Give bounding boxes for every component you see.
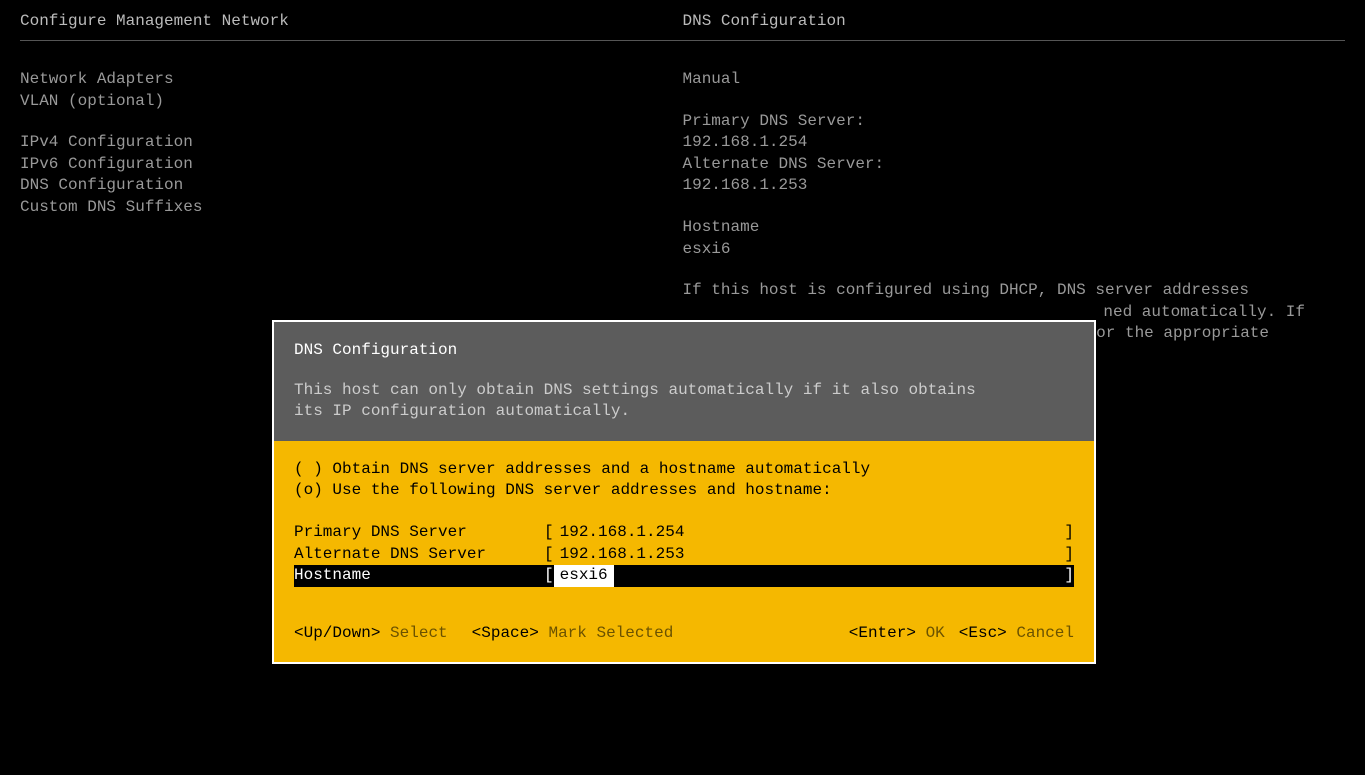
info-primary-value: 192.168.1.254	[683, 132, 1346, 154]
info-help-line1: If this host is configured using DHCP, D…	[683, 280, 1346, 302]
hostname-row[interactable]: Hostname [ esxi6 ]	[294, 565, 1074, 587]
main-content: Network Adapters VLAN (optional) IPv4 Co…	[20, 69, 1345, 345]
menu-item[interactable]: Network Adapters	[20, 69, 683, 91]
bracket-close: ]	[1064, 522, 1074, 544]
menu-item[interactable]: DNS Configuration	[20, 175, 683, 197]
menu-item[interactable]: IPv6 Configuration	[20, 154, 683, 176]
dialog-subtitle-line1: This host can only obtain DNS settings a…	[294, 380, 1074, 402]
hostname-input[interactable]: esxi6	[554, 565, 614, 587]
info-column: Manual Primary DNS Server: 192.168.1.254…	[683, 69, 1346, 345]
hint-updown: <Up/Down> Select	[294, 623, 448, 645]
bracket-close: ]	[1064, 544, 1074, 566]
header-row: Configure Management Network DNS Configu…	[20, 12, 1345, 41]
menu-item[interactable]: IPv4 Configuration	[20, 132, 683, 154]
primary-dns-label: Primary DNS Server	[294, 522, 544, 544]
esxi-dcui-screen: Configure Management Network DNS Configu…	[0, 0, 1365, 775]
primary-dns-input[interactable]: 192.168.1.254	[554, 522, 691, 544]
info-hostname-value: esxi6	[683, 239, 1346, 261]
hint-esc[interactable]: <Esc> Cancel	[959, 623, 1074, 645]
dialog-footer: <Up/Down> Select <Space> Mark Selected <…	[294, 623, 1074, 645]
menu-item[interactable]: VLAN (optional)	[20, 91, 683, 113]
hint-space: <Space> Mark Selected	[472, 623, 674, 645]
dns-configuration-dialog: DNS Configuration This host can only obt…	[272, 320, 1096, 664]
dialog-title: DNS Configuration	[294, 340, 1074, 362]
radio-section: ( ) Obtain DNS server addresses and a ho…	[294, 459, 1074, 502]
alternate-dns-row[interactable]: Alternate DNS Server [ 192.168.1.253 ]	[294, 544, 1074, 566]
bracket-open: [	[544, 522, 554, 544]
info-mode: Manual	[683, 69, 1346, 91]
dialog-header: DNS Configuration This host can only obt…	[274, 322, 1094, 441]
info-alternate-label: Alternate DNS Server:	[683, 154, 1346, 176]
info-primary-label: Primary DNS Server:	[683, 111, 1346, 133]
radio-auto-dns[interactable]: ( ) Obtain DNS server addresses and a ho…	[294, 459, 1074, 481]
bracket-close: ]	[1064, 565, 1074, 587]
alternate-dns-input[interactable]: 192.168.1.253	[554, 544, 691, 566]
menu-column: Network Adapters VLAN (optional) IPv4 Co…	[20, 69, 683, 345]
menu-item[interactable]: Custom DNS Suffixes	[20, 197, 683, 219]
hint-enter[interactable]: <Enter> OK	[849, 623, 945, 645]
info-alternate-value: 192.168.1.253	[683, 175, 1346, 197]
bracket-open: [	[544, 544, 554, 566]
radio-manual-dns[interactable]: (o) Use the following DNS server address…	[294, 480, 1074, 502]
dialog-subtitle-line2: its IP configuration automatically.	[294, 401, 1074, 423]
alternate-dns-label: Alternate DNS Server	[294, 544, 544, 566]
bracket-open: [	[544, 565, 554, 587]
primary-dns-row[interactable]: Primary DNS Server [ 192.168.1.254 ]	[294, 522, 1074, 544]
dialog-body: ( ) Obtain DNS server addresses and a ho…	[274, 441, 1094, 663]
header-left-title: Configure Management Network	[20, 12, 683, 30]
header-right-title: DNS Configuration	[683, 12, 1346, 30]
hostname-label: Hostname	[294, 565, 544, 587]
info-hostname-label: Hostname	[683, 217, 1346, 239]
